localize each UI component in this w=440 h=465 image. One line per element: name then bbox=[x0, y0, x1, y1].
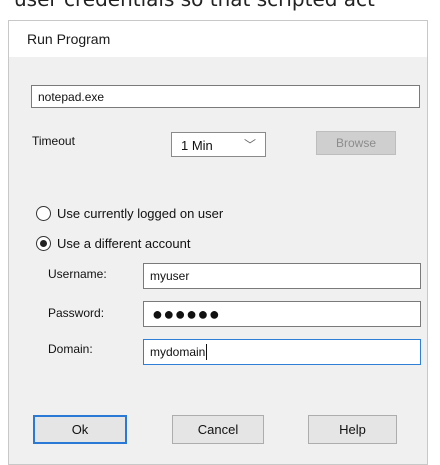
username-label: Username: bbox=[48, 267, 107, 281]
radio-current-user[interactable]: Use currently logged on user bbox=[36, 206, 223, 221]
cancel-button[interactable]: Cancel bbox=[172, 415, 264, 444]
chevron-down-icon: ﹀ bbox=[243, 138, 256, 152]
program-value: notepad.exe bbox=[38, 89, 105, 104]
radio-different-account-control[interactable] bbox=[36, 236, 51, 251]
domain-value: mydomain bbox=[150, 345, 206, 359]
radio-current-user-label: Use currently logged on user bbox=[57, 206, 224, 221]
run-program-dialog: Run Program notepad.exe Timeout 1 Min ﹀ … bbox=[8, 20, 428, 465]
username-value: myuser bbox=[150, 269, 190, 283]
help-button[interactable]: Help bbox=[308, 415, 397, 444]
dialog-title: Run Program bbox=[27, 31, 111, 47]
ok-button[interactable]: Ok bbox=[33, 415, 127, 444]
browse-button[interactable]: Browse bbox=[316, 131, 396, 155]
password-field[interactable]: ●●●●●● bbox=[143, 301, 421, 327]
timeout-dropdown[interactable]: 1 Min ﹀ bbox=[171, 132, 266, 157]
domain-field[interactable]: mydomain bbox=[143, 339, 421, 365]
password-label: Password: bbox=[48, 306, 105, 320]
domain-label: Domain: bbox=[48, 342, 93, 356]
dialog-titlebar: Run Program bbox=[9, 21, 427, 57]
page: user credentials so that scripted act Ru… bbox=[0, 0, 440, 465]
text-caret bbox=[206, 344, 208, 360]
password-mask: ●●●●●● bbox=[152, 304, 221, 324]
username-field[interactable]: myuser bbox=[143, 263, 421, 289]
timeout-label: Timeout bbox=[32, 134, 75, 148]
radio-current-user-control[interactable] bbox=[36, 206, 51, 221]
radio-different-account-label: Use a different account bbox=[57, 236, 191, 251]
page-caption-fragment: user credentials so that scripted act bbox=[14, 0, 375, 11]
timeout-value: 1 Min bbox=[181, 138, 213, 153]
radio-different-account[interactable]: Use a different account bbox=[36, 236, 190, 251]
program-input[interactable]: notepad.exe bbox=[31, 85, 420, 108]
